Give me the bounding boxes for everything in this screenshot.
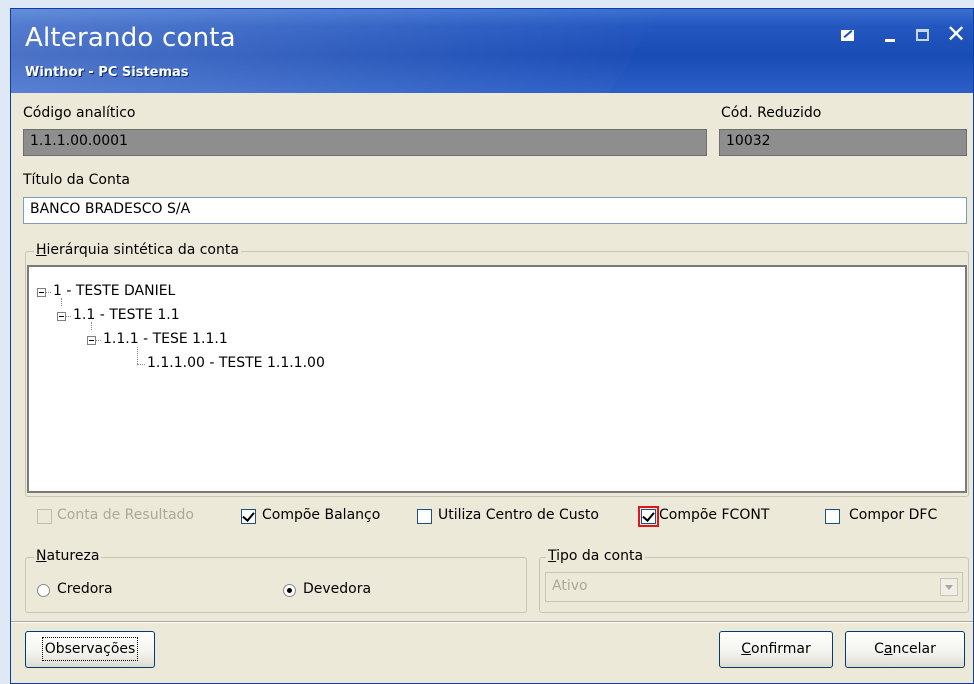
utiliza-centro-custo-label[interactable]: Utiliza Centro de Custo — [438, 507, 599, 523]
footer-separator — [11, 621, 973, 623]
tipo-conta-value: Ativo — [552, 578, 588, 594]
cancelar-button[interactable]: Cancelar — [845, 631, 965, 668]
natureza-legend: Natureza — [34, 548, 102, 564]
tree-collapse-icon[interactable] — [87, 336, 96, 345]
devedora-label[interactable]: Devedora — [303, 581, 371, 597]
compoe-balanco-checkbox[interactable] — [241, 509, 256, 524]
tree-node-level1[interactable]: 1 - TESTE DANIEL — [53, 283, 175, 299]
tree-node-level3[interactable]: 1.1.1 - TESE 1.1.1 — [103, 331, 228, 347]
codigo-analitico-field[interactable]: 1.1.1.00.0001 — [23, 129, 707, 156]
cod-reduzido-field[interactable]: 10032 — [719, 129, 967, 156]
window-subtitle: Winthor - PC Sistemas — [25, 65, 189, 80]
window-title: Alterando conta — [25, 23, 236, 53]
minimize-icon[interactable] — [883, 27, 901, 45]
compoe-fcont-checkbox[interactable] — [638, 506, 659, 527]
codigo-analitico-label: Código analítico — [23, 105, 136, 121]
utiliza-centro-custo-checkbox[interactable] — [417, 509, 432, 524]
credora-radio[interactable] — [37, 584, 50, 597]
titulo-conta-label: Título da Conta — [23, 172, 130, 188]
conta-resultado-checkbox — [37, 509, 52, 524]
cod-reduzido-label: Cód. Reduzido — [721, 105, 822, 121]
close-icon[interactable]: ✕ — [946, 22, 966, 46]
tree-node-level2[interactable]: 1.1 - TESTE 1.1 — [73, 307, 180, 323]
compoe-balanco-label[interactable]: Compõe Balanço — [262, 507, 380, 523]
tree-collapse-icon[interactable] — [37, 288, 46, 297]
conta-resultado-label: Conta de Resultado — [57, 507, 194, 523]
titulo-conta-input[interactable]: BANCO BRADESCO S/A — [23, 197, 967, 224]
compoe-fcont-label[interactable]: Compõe FCONT — [659, 507, 769, 523]
hierarquia-legend: Hierárquia sintética da conta — [34, 242, 241, 258]
confirmar-button[interactable]: Confirmar — [719, 631, 833, 668]
tipo-conta-legend: Tipo da conta — [546, 548, 646, 564]
devedora-radio[interactable] — [283, 584, 296, 597]
observacoes-button[interactable]: Observações — [25, 631, 155, 668]
hierarquia-tree[interactable]: 1 - TESTE DANIEL 1.1 - TESTE 1.1 1.1.1 -… — [27, 265, 967, 493]
chevron-down-icon[interactable] — [940, 578, 958, 596]
credora-label[interactable]: Credora — [57, 581, 113, 597]
tree-collapse-icon[interactable] — [57, 312, 66, 321]
compor-dfc-label[interactable]: Compor DFC — [849, 507, 937, 523]
compor-dfc-checkbox[interactable] — [825, 509, 840, 524]
tipo-conta-select[interactable]: Ativo — [545, 572, 963, 602]
title-bar[interactable]: Alterando conta Winthor - PC Sistemas ✕ — [11, 9, 973, 93]
tree-node-level4[interactable]: 1.1.1.00 - TESTE 1.1.1.00 — [147, 355, 325, 371]
restore-icon[interactable] — [839, 27, 857, 45]
dialog-window: Alterando conta Winthor - PC Sistemas ✕ … — [10, 8, 974, 684]
maximize-icon[interactable] — [915, 27, 933, 45]
